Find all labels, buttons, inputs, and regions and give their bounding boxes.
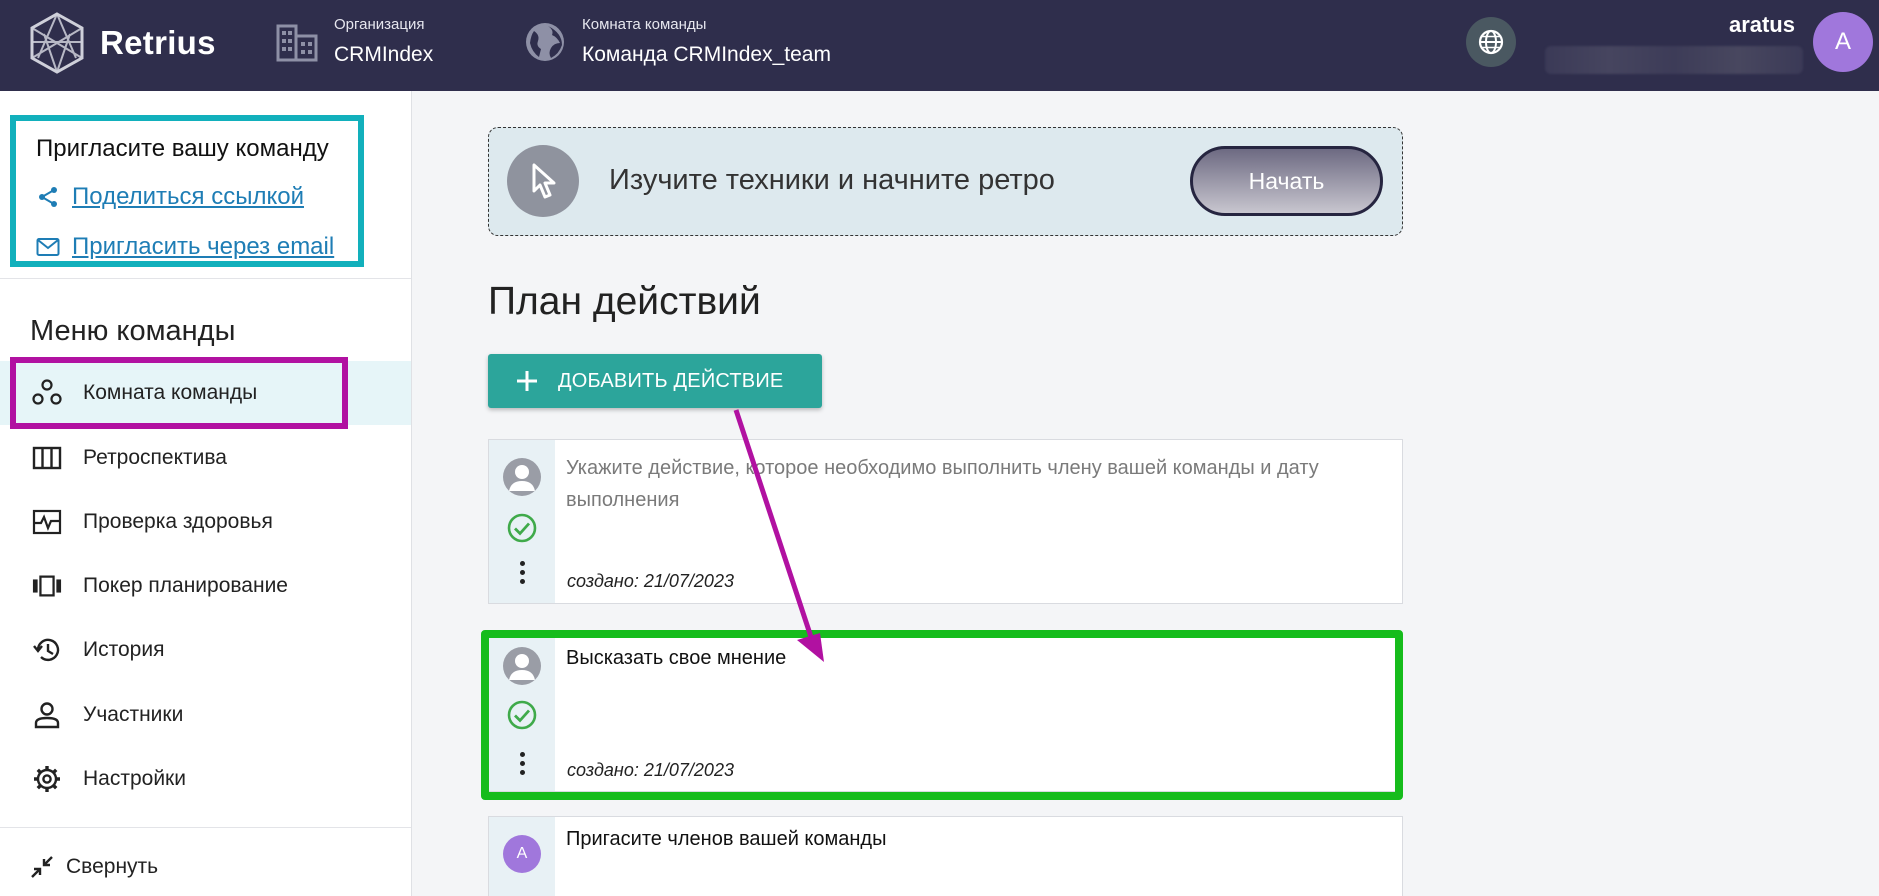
sidebar-item-settings[interactable]: Настройки [0,747,411,811]
assignee-avatar-placeholder[interactable] [503,458,541,496]
sidebar-item-label: Ретроспектива [83,446,227,469]
sidebar-item-label: Покер планирование [83,574,288,597]
team-room-label: Комната команды [582,16,707,33]
user-icon [509,465,535,491]
collapse-sidebar-button[interactable]: Свернуть [30,855,158,879]
more-options-icon[interactable] [519,752,525,775]
retrius-logo-icon [30,12,84,74]
share-link-label: Поделиться ссылкой [72,183,304,210]
team-room-name: Команда CRMIndex_team [582,43,831,66]
language-button[interactable] [1466,17,1516,67]
share-icon [39,187,57,207]
share-link-button[interactable]: Поделиться ссылкой [36,183,304,211]
created-date: создано: 21/07/2023 [567,760,734,780]
action-text[interactable]: Пригасите членов вашей команды [566,823,1372,855]
created-date: создано: 21/07/2023 [567,571,734,591]
building-icon [276,24,318,61]
cards-icon [32,571,62,601]
app-logo[interactable]: Retrius [28,12,216,74]
top-bar: Retrius Организация CRMIndex Комната ком… [0,0,1879,91]
team-room-selector[interactable]: Комната команды Команда CRMIndex_team [524,16,831,67]
assignee-avatar[interactable]: A [503,835,541,873]
action-plan-title: План действий [488,280,761,323]
invite-title: Пригласите вашу команду [36,135,329,162]
sidebar-divider [0,827,411,828]
team-menu-title: Меню команды [30,315,236,347]
complete-check-icon[interactable] [506,512,538,544]
collapse-icon [31,856,53,878]
assignee-avatar-placeholder[interactable] [503,647,541,685]
complete-check-icon[interactable] [506,699,538,731]
organization-label: Организация [334,16,425,33]
username: aratus [1728,12,1795,37]
sidebar: Пригласите вашу команду Поделиться ссылк… [0,91,412,896]
action-card[interactable]: Укажите действие, которое необходимо вып… [488,439,1403,604]
person-icon [32,700,62,730]
history-icon [32,635,62,665]
action-card[interactable]: A Пригасите членов вашей команды [488,816,1403,896]
sidebar-item-planning-poker[interactable]: Покер планирование [0,554,411,618]
globe-icon [526,22,564,61]
user-icon [509,654,535,680]
sidebar-item-label: Проверка здоровья [83,510,273,533]
sidebar-item-team-room[interactable]: Комната команды [0,361,411,425]
organization-selector[interactable]: Организация CRMIndex [276,16,433,67]
add-action-button[interactable]: ДОБАВИТЬ ДЕЙСТВИЕ [488,354,822,408]
banner-text: Изучите техники и начните ретро [609,164,1055,196]
gear-icon [32,764,62,794]
plus-icon [514,368,540,394]
action-text-placeholder[interactable]: Укажите действие, которое необходимо вып… [566,452,1372,516]
mail-icon [36,238,60,256]
sidebar-item-label: Участники [83,703,184,726]
pulse-icon [32,507,62,537]
start-retro-button[interactable]: Начать [1190,146,1383,216]
action-text[interactable]: Высказать свое мнение [566,642,1372,674]
add-action-label: ДОБАВИТЬ ДЕЙСТВИЕ [558,369,784,392]
more-options-icon[interactable] [519,561,525,584]
email-invite-button[interactable]: Пригласить через email [36,233,334,261]
sidebar-item-label: Комната команды [83,381,258,404]
user-avatar[interactable]: A [1813,12,1873,72]
organization-name: CRMIndex [334,43,434,66]
sidebar-item-label: Настройки [83,767,186,790]
action-card[interactable]: Высказать свое мнение создано: 21/07/202… [488,637,1403,792]
sidebar-item-label: История [83,638,165,661]
people-icon [32,378,62,408]
collapse-label: Свернуть [66,855,159,878]
sidebar-item-health-check[interactable]: Проверка здоровья [0,490,411,554]
language-icon [1478,29,1504,55]
pointer-icon [507,145,579,217]
sidebar-divider [0,278,411,279]
sidebar-item-participants[interactable]: Участники [0,683,411,747]
sidebar-item-history[interactable]: История [0,618,411,682]
email-invite-label: Пригласить через email [72,233,335,260]
sidebar-item-retrospective[interactable]: Ретроспектива [0,426,411,490]
columns-icon [32,443,62,473]
logo-text: Retrius [100,24,216,61]
invite-team-box: Пригласите вашу команду Поделиться ссылк… [10,115,364,267]
user-email-redacted [1545,46,1803,74]
retro-banner: Изучите техники и начните ретро Начать [488,127,1403,236]
